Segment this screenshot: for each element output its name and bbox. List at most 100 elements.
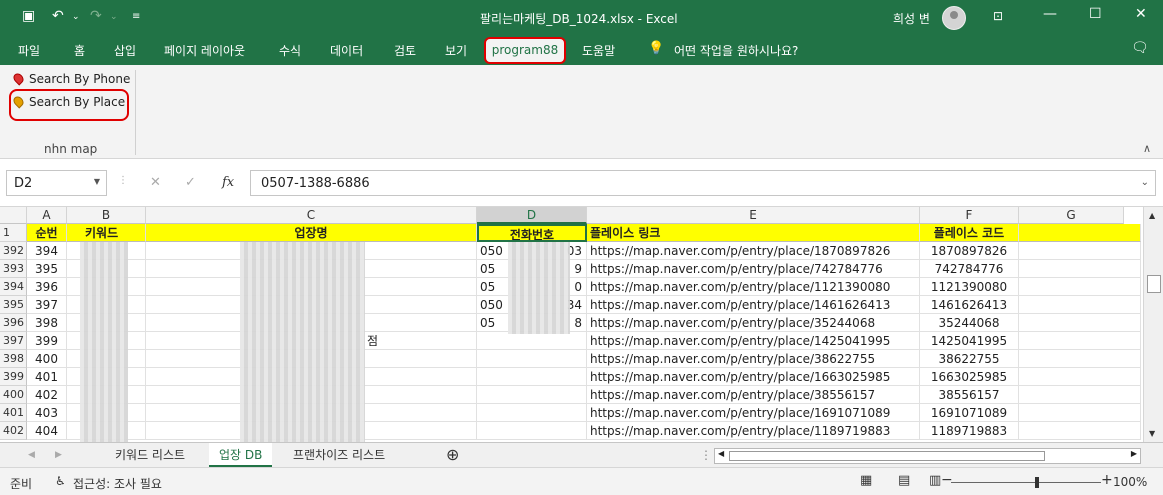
undo-dropdown-icon[interactable]: ⌄ [72,12,80,22]
normal-view-icon[interactable]: ▦ [860,473,872,488]
scroll-down-icon[interactable]: ▼ [1149,429,1155,438]
cell-place-link[interactable]: https://map.naver.com/p/entry/place/3862… [587,350,920,368]
cell-place-link[interactable]: https://map.naver.com/p/entry/place/1121… [587,278,920,296]
cell-seq[interactable]: 394 [27,242,67,260]
cell-phone[interactable] [477,350,587,368]
zoom-slider[interactable] [951,477,1101,488]
cell-place-link[interactable]: https://map.naver.com/p/entry/place/1425… [587,332,920,350]
cell-g[interactable] [1019,350,1141,368]
cell-place-code[interactable]: 35244068 [920,314,1019,332]
cell-place-code[interactable]: 1461626413 [920,296,1019,314]
cell-phone[interactable] [477,404,587,422]
cell-place-link[interactable]: https://map.naver.com/p/entry/place/1691… [587,404,920,422]
column-header-e[interactable]: E [587,207,920,224]
expand-formula-bar-icon[interactable]: ⌄ [1141,177,1149,188]
cell-seq[interactable]: 404 [27,422,67,440]
cell-place-link[interactable]: https://map.naver.com/p/entry/place/3524… [587,314,920,332]
cell-place-link[interactable]: https://map.naver.com/p/entry/place/7427… [587,260,920,278]
row-header[interactable]: 394 [0,278,27,296]
insert-function-icon[interactable]: fx [222,175,234,190]
scroll-right-icon[interactable]: ▶ [1131,449,1137,458]
spreadsheet-grid[interactable]: A B C D E F G 1 순번 키워드 업장명 전화번호 플레이스 링크 … [0,207,1163,442]
header-cell-place-code[interactable]: 플레이스 코드 [920,224,1019,242]
zoom-slider-knob[interactable] [1035,477,1039,488]
cell-place-link[interactable]: https://map.naver.com/p/entry/place/1461… [587,296,920,314]
cell-phone[interactable] [477,386,587,404]
row-header[interactable]: 400 [0,386,27,404]
enter-icon[interactable]: ✓ [185,175,196,190]
row-header[interactable]: 402 [0,422,27,440]
tab-data[interactable]: 데이터 [330,42,363,59]
cell-g[interactable] [1019,314,1141,332]
cell-place-link[interactable]: https://map.naver.com/p/entry/place/1870… [587,242,920,260]
cell-g[interactable] [1019,260,1141,278]
page-layout-view-icon[interactable]: ▤ [898,473,910,488]
row-header[interactable]: 401 [0,404,27,422]
cell-seq[interactable]: 399 [27,332,67,350]
cell-seq[interactable]: 403 [27,404,67,422]
cell-place-code[interactable]: 1121390080 [920,278,1019,296]
add-sheet-icon[interactable]: ⊕ [436,443,469,467]
cell-place-code[interactable]: 1425041995 [920,332,1019,350]
ribbon-display-options-icon[interactable]: ⊡ [993,9,1003,23]
cell-place-code[interactable]: 742784776 [920,260,1019,278]
row-header[interactable]: 393 [0,260,27,278]
tab-formulas[interactable]: 수식 [279,42,301,59]
tab-help[interactable]: 도움말 [582,42,615,59]
row-header[interactable]: 399 [0,368,27,386]
tab-insert[interactable]: 삽입 [114,42,136,59]
tell-me-search[interactable]: 어떤 작업을 원하시나요? [674,42,798,59]
cell-phone[interactable] [477,368,587,386]
column-header-b[interactable]: B [67,207,146,224]
horizontal-scrollbar[interactable]: ◀ ▶ [714,448,1141,464]
row-header[interactable]: 392 [0,242,27,260]
row-header[interactable]: 398 [0,350,27,368]
cell-seq[interactable]: 398 [27,314,67,332]
cell-seq[interactable]: 396 [27,278,67,296]
header-cell-business-name[interactable]: 업장명 [146,224,477,242]
column-header-a[interactable]: A [27,207,67,224]
customize-quick-access-icon[interactable]: ≡ [132,11,140,22]
scroll-left-icon[interactable]: ◀ [718,449,724,458]
tab-file[interactable]: 파일 [18,42,40,59]
row-header[interactable]: 395 [0,296,27,314]
header-cell-keyword[interactable]: 키워드 [67,224,146,242]
cell-phone[interactable] [477,422,587,440]
tab-program88[interactable]: program88 [484,37,566,64]
tab-home[interactable]: 홈 [74,42,85,59]
row-header[interactable]: 396 [0,314,27,332]
cell-seq[interactable]: 401 [27,368,67,386]
cell-g[interactable] [1019,404,1141,422]
header-cell-g[interactable] [1019,224,1141,242]
cell-g[interactable] [1019,368,1141,386]
tab-review[interactable]: 검토 [394,42,416,59]
cell-place-code[interactable]: 1870897826 [920,242,1019,260]
row-header[interactable]: 397 [0,332,27,350]
next-sheet-icon[interactable]: ▶ [45,443,72,467]
search-by-phone-button[interactable]: Search By Phone [11,71,130,86]
cell-place-link[interactable]: https://map.naver.com/p/entry/place/1663… [587,368,920,386]
comments-icon[interactable]: 🗨 [1131,40,1149,56]
close-icon[interactable]: ✕ [1135,6,1147,22]
cell-seq[interactable]: 395 [27,260,67,278]
cell-g[interactable] [1019,332,1141,350]
prev-sheet-icon[interactable]: ◀ [18,443,45,467]
zoom-out-icon[interactable]: − [941,472,953,488]
page-break-view-icon[interactable]: ▥ [929,473,941,488]
zoom-in-icon[interactable]: + [1101,472,1113,488]
select-all-corner[interactable] [0,207,27,224]
row-header[interactable]: 1 [0,224,27,242]
vertical-scrollbar[interactable]: ▲ ▼ [1143,207,1163,442]
cell-seq[interactable]: 402 [27,386,67,404]
minimize-icon[interactable]: — [1043,6,1057,22]
cell-seq[interactable]: 400 [27,350,67,368]
cell-g[interactable] [1019,296,1141,314]
accessibility-status[interactable]: 접근성: 조사 필요 [73,475,162,492]
column-header-d[interactable]: D [477,207,587,224]
hscroll-thumb[interactable] [729,451,1045,461]
tab-page-layout[interactable]: 페이지 레이아웃 [164,42,245,59]
cell-place-code[interactable]: 1691071089 [920,404,1019,422]
cell-place-code[interactable]: 1189719883 [920,422,1019,440]
chevron-down-icon[interactable]: ▼ [94,177,100,186]
sheet-tab-business-db[interactable]: 업장 DB [209,443,273,467]
